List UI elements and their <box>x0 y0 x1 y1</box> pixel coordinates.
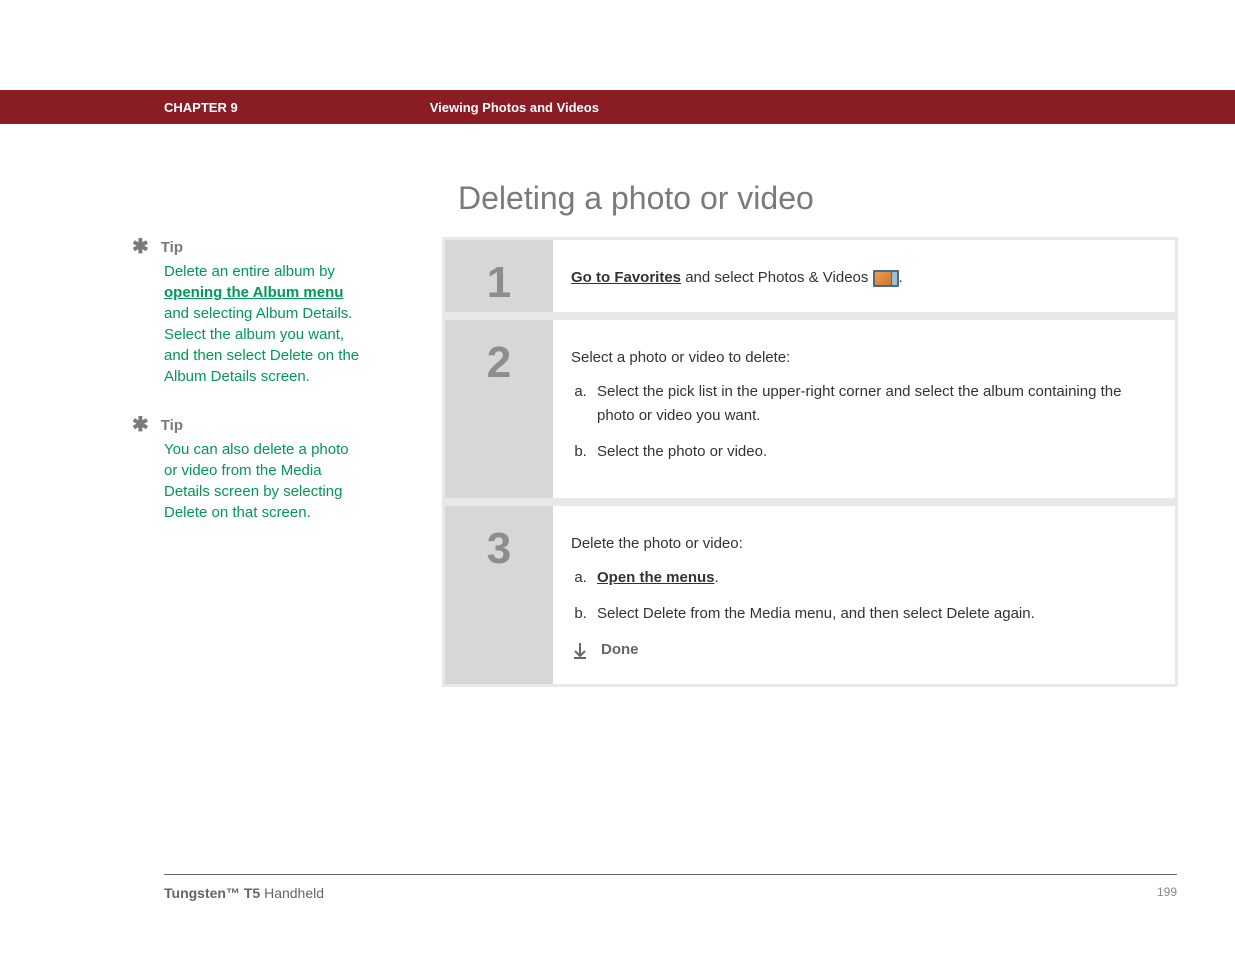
tip-header: ✱ Tip <box>132 237 362 257</box>
step2-list: Select the pick list in the upper-right … <box>591 380 1157 464</box>
product-strong: Tungsten™ T5 <box>164 885 260 901</box>
step-number: 1 <box>445 240 553 312</box>
tip-header: ✱ Tip <box>132 415 362 435</box>
step3-b: Select Delete from the Media menu, and t… <box>591 602 1157 626</box>
tip-label: Tip <box>161 417 183 434</box>
step1-period: . <box>899 269 903 286</box>
step2-a: Select the pick list in the upper-right … <box>591 380 1157 428</box>
chapter-number: CHAPTER 9 <box>164 100 238 115</box>
product-name: Tungsten™ T5 Handheld <box>164 885 324 901</box>
tip-link-album-menu[interactable]: opening the Album menu <box>164 284 343 301</box>
tip-asterisk-icon: ✱ <box>132 415 149 435</box>
step-number: 3 <box>445 506 553 684</box>
tip-body: You can also delete a photo or video fro… <box>164 439 362 523</box>
step1-text: and select Photos & Videos <box>681 269 873 286</box>
step3-a-post: . <box>715 569 719 586</box>
step2-b: Select the photo or video. <box>591 440 1157 464</box>
tip-asterisk-icon: ✱ <box>132 237 149 257</box>
tip-text-pre: Delete an entire album by <box>164 263 335 280</box>
page-footer: Tungsten™ T5 Handheld 199 <box>164 874 1177 901</box>
page-title: Deleting a photo or video <box>458 180 814 217</box>
done-label: Done <box>601 638 639 662</box>
tip-label: Tip <box>161 239 183 256</box>
step-row-2: 2 Select a photo or video to delete: Sel… <box>445 320 1175 506</box>
step-row-1: 1 Go to Favorites and select Photos & Vi… <box>445 240 1175 320</box>
favorites-link[interactable]: Go to Favorites <box>571 269 681 286</box>
page-number: 199 <box>1157 885 1177 901</box>
step-row-3: 3 Delete the photo or video: Open the me… <box>445 506 1175 684</box>
step-content: Go to Favorites and select Photos & Vide… <box>553 240 1175 312</box>
step3-intro: Delete the photo or video: <box>571 532 1157 556</box>
tip-block-2: ✱ Tip You can also delete a photo or vid… <box>132 415 362 523</box>
done-row: Done <box>571 638 1157 662</box>
steps-container: 1 Go to Favorites and select Photos & Vi… <box>442 237 1178 687</box>
product-light: Handheld <box>260 885 324 901</box>
step-content: Delete the photo or video: Open the menu… <box>553 506 1175 684</box>
chapter-header: CHAPTER 9 Viewing Photos and Videos <box>0 90 1235 124</box>
photos-videos-icon <box>873 270 899 287</box>
tip-text-post: and selecting Album Details. Select the … <box>164 305 359 385</box>
chapter-title: Viewing Photos and Videos <box>430 100 599 115</box>
step-content: Select a photo or video to delete: Selec… <box>553 320 1175 498</box>
step2-intro: Select a photo or video to delete: <box>571 346 1157 370</box>
step3-a: Open the menus. <box>591 566 1157 590</box>
step3-list: Open the menus. Select Delete from the M… <box>591 566 1157 626</box>
down-arrow-icon <box>571 641 589 659</box>
tip-block-1: ✱ Tip Delete an entire album by opening … <box>132 237 362 387</box>
tip-body: Delete an entire album by opening the Al… <box>164 261 362 387</box>
open-menus-link[interactable]: Open the menus <box>597 569 715 586</box>
step-number: 2 <box>445 320 553 498</box>
